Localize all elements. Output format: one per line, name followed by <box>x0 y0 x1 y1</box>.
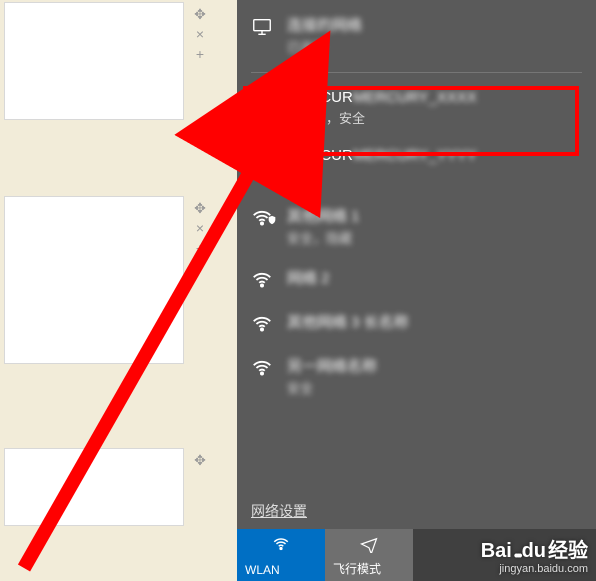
tile-label: WLAN <box>245 563 317 577</box>
tile-label: 飞行模式 <box>333 560 405 577</box>
wifi-icon <box>251 313 273 335</box>
network-name: 另一网络名称 <box>287 355 377 376</box>
left-editor-area: ✥ × + ✥ × + ✥ <box>0 0 237 581</box>
airplane-icon <box>333 535 405 553</box>
wifi-icon <box>251 91 273 113</box>
doc-block[interactable]: ✥ × + <box>4 2 184 120</box>
move-handle-icon[interactable]: ✥ <box>191 199 209 217</box>
wifi-icon <box>251 357 273 379</box>
watermark-brand: du <box>522 540 546 563</box>
move-handle-icon[interactable]: ✥ <box>191 451 209 469</box>
watermark-brand: 经验 <box>548 534 588 563</box>
watermark: Bai ••• du 经验 jingyan.baidu.com <box>481 534 588 575</box>
network-item[interactable]: MERCURMERCURY_YYYY 安全 <box>237 137 596 195</box>
wlan-tile[interactable]: WLAN <box>237 529 325 581</box>
wifi-icon <box>251 149 273 171</box>
network-name: 网络 2 <box>287 267 330 288</box>
remove-icon[interactable]: × <box>191 25 209 43</box>
add-icon[interactable]: + <box>191 45 209 63</box>
paw-icon: ••• <box>514 547 520 563</box>
network-name: 其他网络 1 <box>287 205 360 226</box>
network-item[interactable]: 其他网络 1 安全，隐藏 <box>237 195 596 257</box>
network-name: MERCURMERCURY_XXXX <box>287 89 477 106</box>
network-name: MERCURMERCURY_YYYY <box>287 147 477 164</box>
network-item[interactable]: 网络 2 <box>237 257 596 301</box>
add-icon[interactable]: + <box>191 239 209 257</box>
watermark-brand: Bai <box>481 540 512 563</box>
shield-icon <box>267 215 277 225</box>
network-status: 安全 <box>287 378 377 397</box>
network-status: 安全 <box>287 166 477 185</box>
network-settings-link[interactable]: 网络设置 <box>251 501 307 521</box>
doc-block[interactable]: ✥ <box>4 448 184 526</box>
wifi-icon <box>251 269 273 291</box>
network-status: 安全，隐藏 <box>287 228 360 247</box>
remove-icon[interactable]: × <box>191 219 209 237</box>
pc-icon <box>251 16 273 38</box>
network-item-connected[interactable]: MERCURMERCURY_XXXX 已连接，安全 <box>237 79 596 137</box>
airplane-mode-tile[interactable]: 飞行模式 <box>325 529 413 581</box>
wifi-icon <box>245 535 317 553</box>
watermark-url: jingyan.baidu.com <box>481 563 588 575</box>
network-item-current[interactable]: 连接的网络 已连接 <box>237 4 596 66</box>
move-handle-icon[interactable]: ✥ <box>191 5 209 23</box>
network-name: 连接的网络 <box>287 14 362 35</box>
doc-block[interactable]: ✥ × + <box>4 196 184 364</box>
network-item[interactable]: 另一网络名称 安全 <box>237 345 596 407</box>
divider <box>251 72 582 73</box>
network-flyout-panel: 连接的网络 已连接 MERCURMERCURY_XXXX 已连接，安全 MERC… <box>237 0 596 581</box>
network-status: 已连接 <box>287 37 362 56</box>
network-status: 已连接，安全 <box>287 108 477 127</box>
network-item[interactable]: 其他网络 3 长名称 <box>237 301 596 345</box>
network-name: 其他网络 3 长名称 <box>287 311 409 332</box>
